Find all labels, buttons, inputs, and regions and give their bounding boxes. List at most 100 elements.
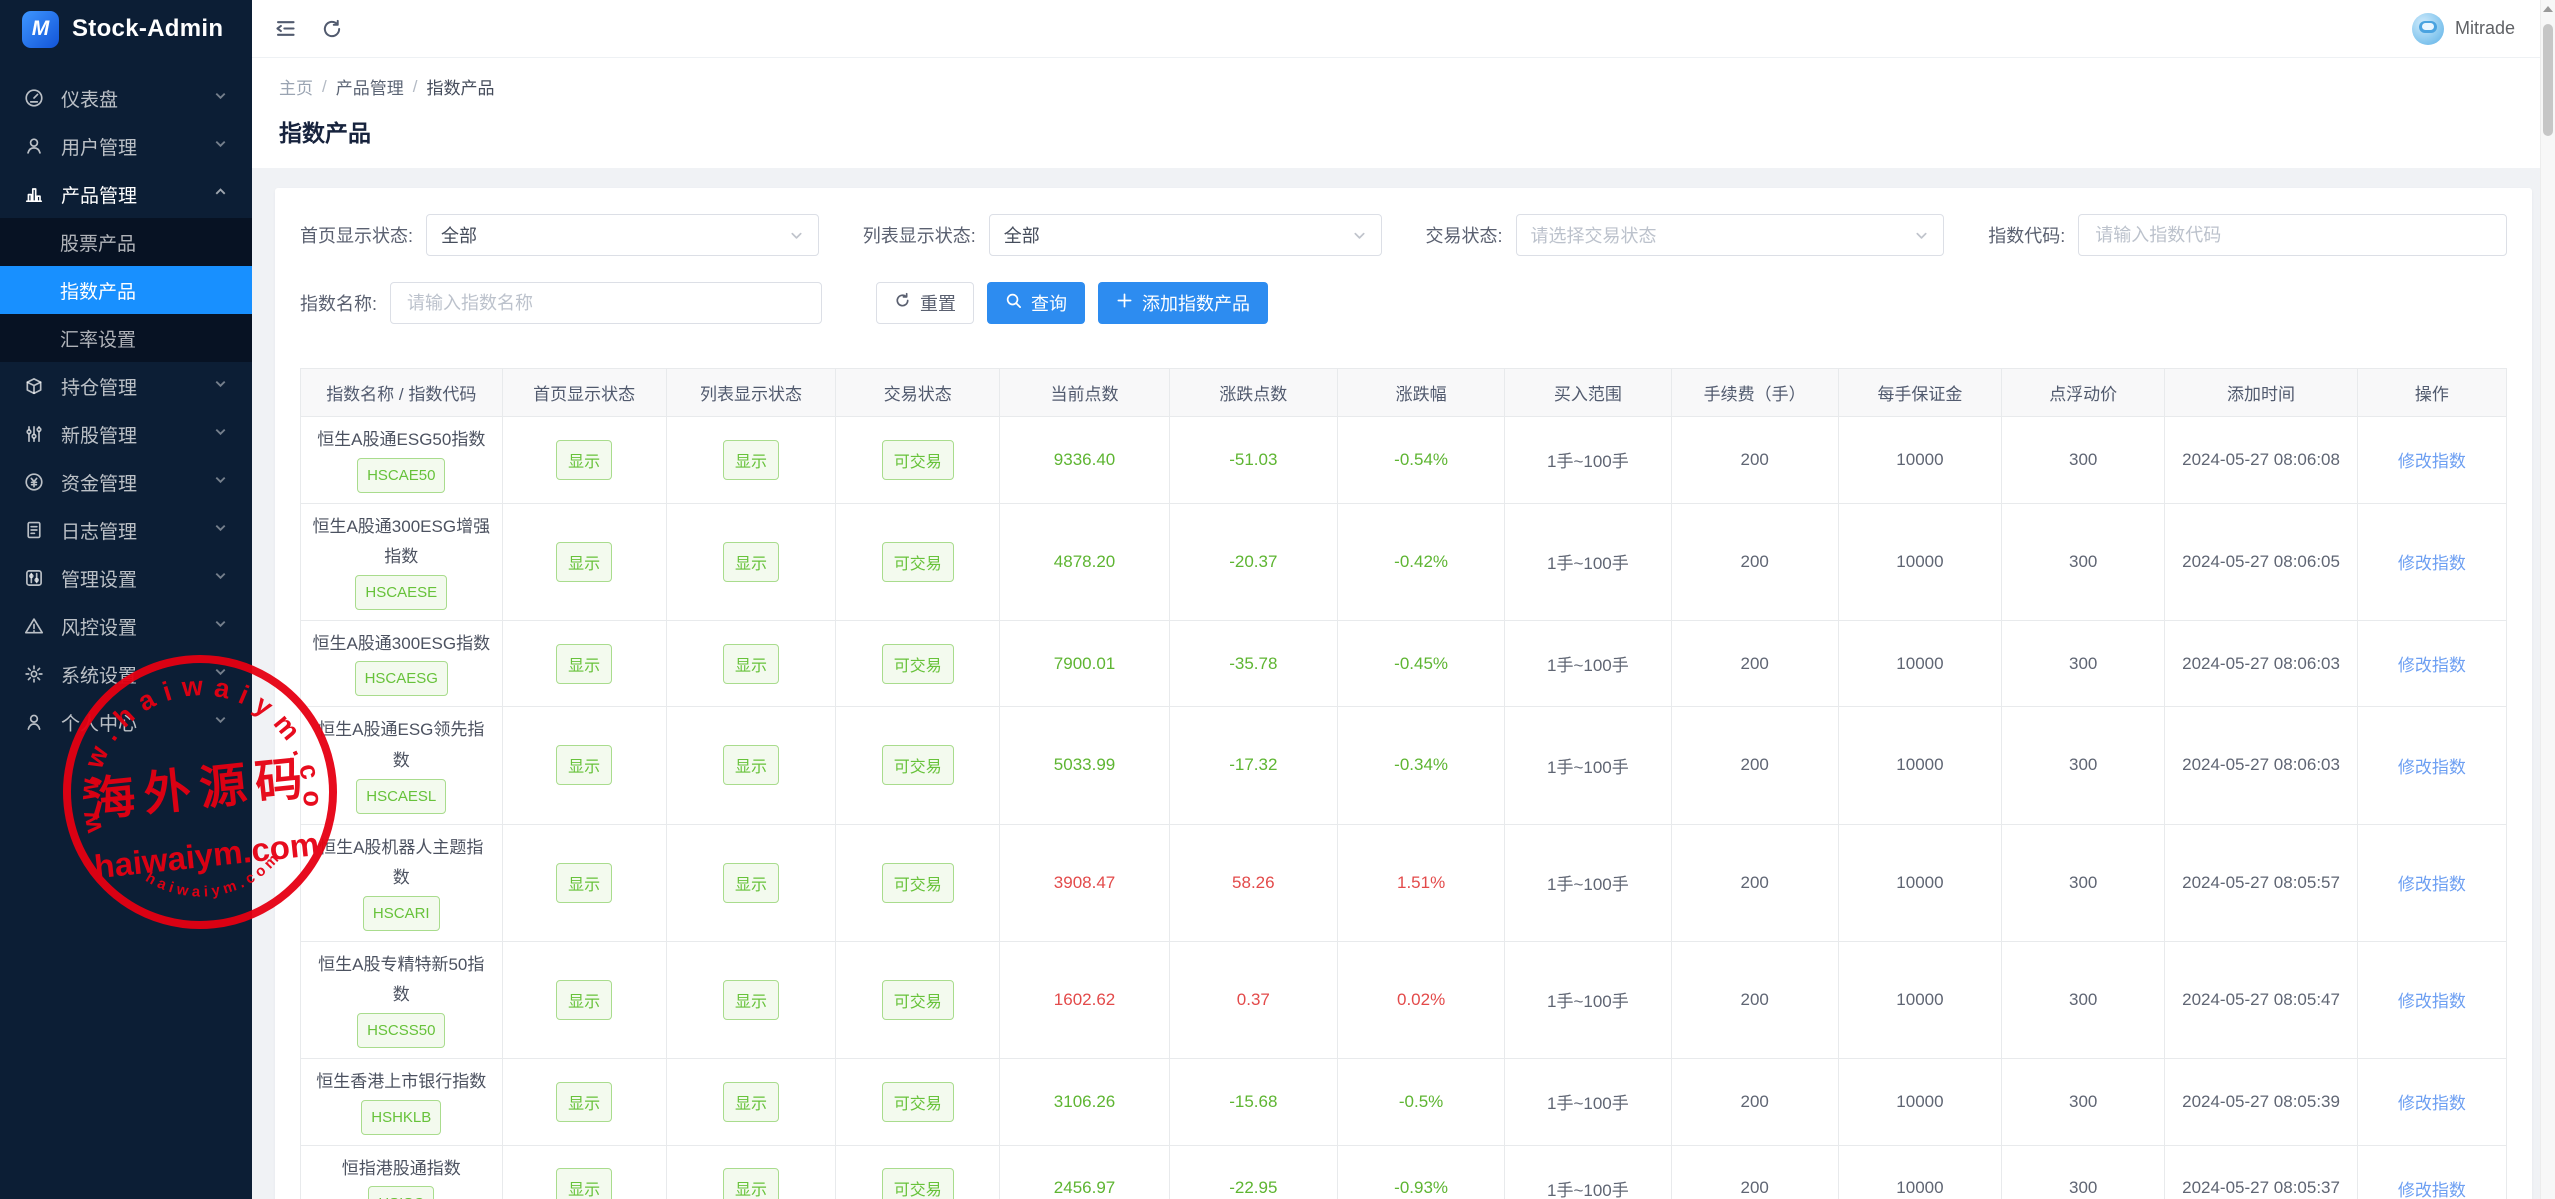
reset-button[interactable]: 重置	[876, 282, 974, 324]
sidebar-item-日志管理[interactable]: 日志管理	[0, 506, 252, 554]
index-name-input[interactable]	[405, 292, 807, 315]
plus-icon	[1116, 292, 1133, 314]
index-name-cell: 恒生A股通ESG领先指数HSCAESL	[301, 707, 503, 824]
dashboard-icon	[24, 88, 46, 108]
topbar-user[interactable]: Mitrade	[2412, 13, 2515, 45]
add-index-product-button[interactable]: 添加指数产品	[1098, 282, 1268, 324]
brand-title: Stock-Admin	[72, 15, 223, 43]
sidebar-item-仪表盘[interactable]: 仪表盘	[0, 74, 252, 122]
float-price-cell: 300	[2002, 1058, 2165, 1145]
avatar[interactable]	[2412, 13, 2444, 45]
edit-index-link[interactable]: 修改指数	[2398, 1181, 2466, 1199]
chevron-down-icon	[213, 375, 228, 397]
sidebar: M Stock-Admin 仪表盘用户管理产品管理股票产品指数产品汇率设置持仓管…	[0, 0, 252, 1199]
current-points-cell: 3908.47	[1000, 824, 1169, 941]
menu-fold-icon[interactable]	[274, 17, 297, 40]
edit-index-link[interactable]: 修改指数	[2398, 452, 2466, 471]
chevron-down-icon	[213, 663, 228, 685]
search-button[interactable]: 查询	[987, 282, 1085, 324]
chevron-up-icon	[213, 183, 228, 205]
status-badge: 显示	[556, 440, 612, 480]
list-status-cell: 显示	[666, 707, 835, 824]
status-badge: 显示	[723, 863, 779, 903]
index-name: 恒生香港上市银行指数	[316, 1072, 486, 1091]
sidebar-item-系统设置[interactable]: 系统设置	[0, 650, 252, 698]
margin-cell: 10000	[1838, 1058, 2001, 1145]
system-settings-icon	[24, 664, 46, 684]
change-points-cell: -17.32	[1169, 707, 1337, 824]
edit-index-link[interactable]: 修改指数	[2398, 758, 2466, 777]
filter-index-code: 指数代码:	[1988, 214, 2507, 256]
breadcrumb-item[interactable]: 主页	[279, 74, 313, 99]
index-code-badge: HSCSS50	[357, 1013, 445, 1048]
chevron-down-icon	[213, 87, 228, 109]
status-badge: 显示	[556, 542, 612, 582]
sidebar-item-风控设置[interactable]: 风控设置	[0, 602, 252, 650]
buy-range-cell: 1手~100手	[1505, 417, 1671, 504]
vertical-scrollbar[interactable]	[2540, 0, 2555, 1199]
index-name-input-wrap	[390, 282, 822, 324]
action-cell: 修改指数	[2357, 707, 2506, 824]
sidebar-item-新股管理[interactable]: 新股管理	[0, 410, 252, 458]
margin-cell: 10000	[1838, 824, 2001, 941]
list-status-select[interactable]: 全部	[989, 214, 1382, 256]
reset-icon	[894, 292, 911, 314]
list-status-cell: 显示	[666, 1145, 835, 1199]
home-status-cell: 显示	[502, 620, 666, 707]
list-status-cell: 显示	[666, 941, 835, 1058]
home-status-select[interactable]: 全部	[426, 214, 819, 256]
submenu-item-汇率设置[interactable]: 汇率设置	[0, 314, 252, 362]
chevron-down-icon	[1352, 228, 1367, 243]
admin-settings-icon	[24, 568, 46, 588]
sidebar-item-管理设置[interactable]: 管理设置	[0, 554, 252, 602]
status-badge: 可交易	[882, 980, 954, 1020]
current-points-cell: 1602.62	[1000, 941, 1169, 1058]
edit-index-link[interactable]: 修改指数	[2398, 992, 2466, 1011]
breadcrumb-item[interactable]: 产品管理	[336, 74, 404, 99]
buy-range-cell: 1手~100手	[1505, 503, 1671, 620]
index-code-input[interactable]	[2093, 224, 2492, 247]
sidebar-item-个人中心[interactable]: 个人中心	[0, 698, 252, 746]
sidebar-item-产品管理[interactable]: 产品管理	[0, 170, 252, 218]
edit-index-link[interactable]: 修改指数	[2398, 656, 2466, 675]
submenu-item-指数产品[interactable]: 指数产品	[0, 266, 252, 314]
sidebar-menu: 仪表盘用户管理产品管理股票产品指数产品汇率设置持仓管理新股管理资金管理日志管理管…	[0, 74, 252, 746]
scroll-up-icon[interactable]	[2543, 6, 2553, 12]
sidebar-item-持仓管理[interactable]: 持仓管理	[0, 362, 252, 410]
chevron-down-icon	[213, 519, 228, 541]
index-name-cell: 恒生A股专精特新50指数HSCSS50	[301, 941, 503, 1058]
action-cell: 修改指数	[2357, 941, 2506, 1058]
trade-status-cell: 可交易	[836, 707, 1000, 824]
action-cell: 修改指数	[2357, 824, 2506, 941]
table-row: 恒生香港上市银行指数HSHKLB显示显示可交易3106.26-15.68-0.5…	[301, 1058, 2507, 1145]
trade-status-cell: 可交易	[836, 824, 1000, 941]
status-badge: 显示	[723, 644, 779, 684]
chevron-down-icon	[1914, 228, 1929, 243]
submenu-item-股票产品[interactable]: 股票产品	[0, 218, 252, 266]
chevron-down-icon	[213, 615, 228, 637]
sidebar-item-资金管理[interactable]: 资金管理	[0, 458, 252, 506]
index-name-cell: 恒生香港上市银行指数HSHKLB	[301, 1058, 503, 1145]
table-row: 恒生A股通300ESG指数HSCAESG显示显示可交易7900.01-35.78…	[301, 620, 2507, 707]
sidebar-item-label: 产品管理	[61, 181, 213, 208]
index-code-badge: HSCAESE	[355, 575, 447, 610]
vertical-scrollbar-thumb[interactable]	[2543, 24, 2553, 136]
status-badge: 可交易	[882, 440, 954, 480]
list-status-cell: 显示	[666, 1058, 835, 1145]
refresh-icon[interactable]	[321, 18, 343, 40]
action-cell: 修改指数	[2357, 620, 2506, 707]
added-time-cell: 2024-05-27 08:05:39	[2165, 1058, 2357, 1145]
index-products-table: 指数名称 / 指数代码首页显示状态列表显示状态交易状态当前点数涨跌点数涨跌幅买入…	[300, 368, 2507, 1199]
index-code-label: 指数代码:	[1988, 222, 2065, 248]
home-status-cell: 显示	[502, 503, 666, 620]
edit-index-link[interactable]: 修改指数	[2398, 1094, 2466, 1113]
index-name: 恒指港股通指数	[342, 1159, 461, 1178]
positions-icon	[24, 376, 46, 396]
trade-status-select[interactable]: 请选择交易状态	[1516, 214, 1945, 256]
edit-index-link[interactable]: 修改指数	[2398, 554, 2466, 573]
sidebar-item-用户管理[interactable]: 用户管理	[0, 122, 252, 170]
current-points-cell: 5033.99	[1000, 707, 1169, 824]
edit-index-link[interactable]: 修改指数	[2398, 875, 2466, 894]
index-name-cell: 恒生A股通300ESG增强指数HSCAESE	[301, 503, 503, 620]
breadcrumb: 主页/产品管理/指数产品	[279, 74, 2528, 99]
